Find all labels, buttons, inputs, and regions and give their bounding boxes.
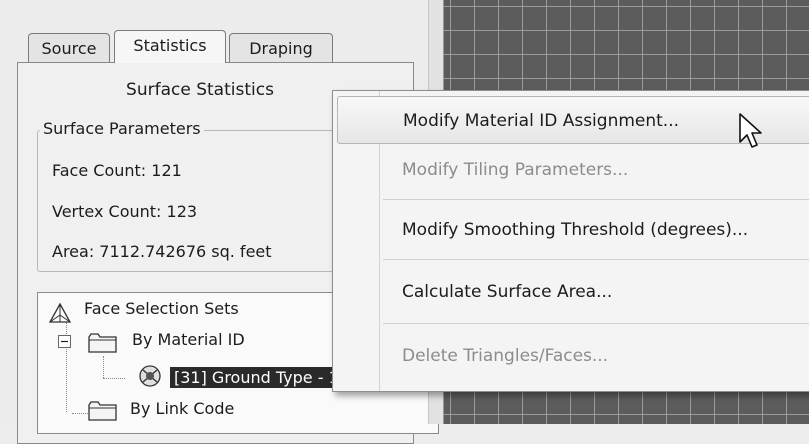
tab-draping[interactable]: Draping	[229, 33, 333, 63]
menu-separator	[383, 259, 809, 260]
menu-separator	[383, 199, 809, 200]
menu-item-modify-smoothing[interactable]: Modify Smoothing Threshold (degrees)...	[333, 206, 809, 254]
menu-item-label: Modify Material ID Assignment...	[403, 111, 680, 131]
tree-connector	[103, 378, 125, 379]
folder-icon	[88, 333, 117, 353]
vertex-count: Vertex Count: 123	[52, 202, 198, 221]
tree-item-face-selection-sets[interactable]: Face Selection Sets	[84, 299, 239, 318]
menu-item-label: Modify Smoothing Threshold (degrees)...	[402, 220, 749, 240]
tree-item-by-material-id[interactable]: By Material ID	[132, 330, 245, 349]
collapse-icon[interactable]	[58, 335, 72, 349]
mouse-pointer-icon	[739, 113, 762, 148]
tab-statistics[interactable]: Statistics	[114, 30, 226, 63]
surface-area: Area: 7112.742676 sq. feet	[52, 242, 272, 261]
section-title: Surface Statistics	[126, 80, 274, 100]
tree-item-ground-type[interactable]: [31] Ground Type - 1	[170, 367, 343, 388]
pyramid-icon	[48, 302, 72, 323]
face-count: Face Count: 121	[52, 161, 182, 180]
menu-item-calculate-area[interactable]: Calculate Surface Area...	[333, 268, 809, 316]
menu-item-delete-triangles[interactable]: Delete Triangles/Faces...	[333, 332, 809, 380]
tree-connector	[103, 356, 104, 378]
menu-separator	[383, 323, 809, 324]
material-globe-icon	[139, 365, 161, 387]
folder-icon	[88, 401, 117, 421]
menu-item-label: Calculate Surface Area...	[402, 282, 613, 302]
tab-source[interactable]: Source	[28, 33, 110, 63]
menu-item-label: Delete Triangles/Faces...	[402, 346, 609, 366]
tree-item-by-link-code[interactable]: By Link Code	[130, 399, 234, 418]
menu-item-label: Modify Tiling Parameters...	[402, 160, 629, 180]
surface-parameters-label: Surface Parameters	[40, 119, 204, 138]
